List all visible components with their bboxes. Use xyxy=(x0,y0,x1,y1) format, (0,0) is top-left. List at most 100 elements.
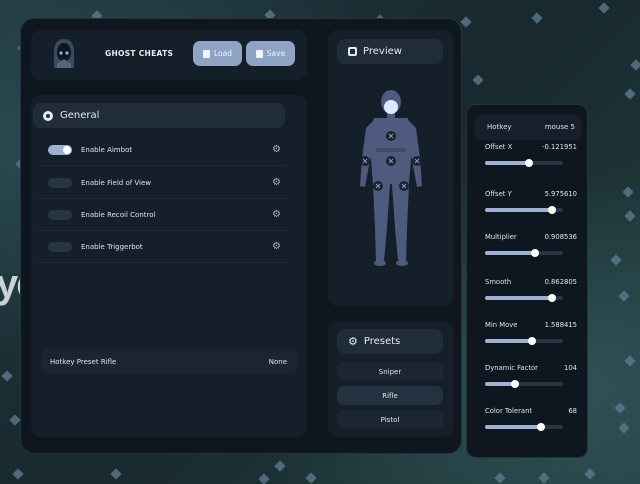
setting-label: Enable Aimbot xyxy=(81,145,133,154)
slider-track[interactable] xyxy=(485,294,563,302)
slider-knob[interactable] xyxy=(548,206,557,214)
slider-track[interactable] xyxy=(485,159,563,167)
slider-knob[interactable] xyxy=(537,423,546,431)
slider-knob[interactable] xyxy=(548,294,557,302)
recoil-toggle[interactable] xyxy=(48,209,72,220)
slider-label: Offset Y xyxy=(485,190,512,198)
preset-sniper-button[interactable]: Sniper xyxy=(337,362,443,381)
preset-label: Pistol xyxy=(380,415,400,424)
main-panel: GHOST CHEATS Load Save General Enable Ai… xyxy=(20,18,462,454)
presets-title: Presets xyxy=(363,336,401,347)
brand-name: GHOST CHEATS xyxy=(105,49,174,58)
triggerbot-toggle[interactable] xyxy=(48,241,72,252)
slider-label: Offset X xyxy=(485,143,513,151)
slider-min-move: Min Move 1.588415 xyxy=(485,321,577,345)
preset-label: Rifle xyxy=(382,391,398,400)
slider-value: 5.975610 xyxy=(544,190,577,198)
slider-fill xyxy=(485,208,553,212)
load-button[interactable]: Load xyxy=(193,41,242,66)
aimbot-toggle[interactable] xyxy=(48,144,72,155)
hotkey-preset-row[interactable]: Hotkey Preset Rifle None xyxy=(41,349,297,374)
file-icon xyxy=(255,49,263,58)
setting-row-aimbot: Enable Aimbot ⚙ xyxy=(39,134,287,166)
slider-label: Dynamic Factor xyxy=(485,364,538,372)
slider-multiplier: Multiplier 0.908536 xyxy=(485,233,577,257)
presets-card: ⚙ Presets Sniper Rifle Pistol xyxy=(328,321,454,437)
slider-value: 0.908536 xyxy=(544,233,577,241)
slider-header: Offset Y 5.975610 xyxy=(485,190,577,198)
slider-dynamic-factor: Dynamic Factor 104 xyxy=(485,364,577,388)
presets-header: ⚙ Presets xyxy=(337,329,443,354)
slider-header: Min Move 1.588415 xyxy=(485,321,577,329)
slider-fill xyxy=(485,425,542,429)
slider-knob[interactable] xyxy=(525,159,534,167)
slider-header: Color Tolerant 68 xyxy=(485,407,577,415)
load-label: Load xyxy=(214,49,232,58)
slider-value: 0.862805 xyxy=(544,278,577,286)
slider-label: Multiplier xyxy=(485,233,517,241)
slider-label: Color Tolerant xyxy=(485,407,533,415)
preset-pistol-button[interactable]: Pistol xyxy=(337,410,443,429)
slider-value: 104 xyxy=(564,364,577,372)
ghost-logo-icon xyxy=(54,39,74,68)
slider-header: Dynamic Factor 104 xyxy=(485,364,577,372)
settings-panel: Hotkey mouse 5 Offset X -0.121951 Offset Y… xyxy=(466,104,588,458)
gear-icon[interactable]: ⚙ xyxy=(272,144,281,155)
slider-header: Multiplier 0.908536 xyxy=(485,233,577,241)
slider-offset-y: Offset Y 5.975610 xyxy=(485,190,577,214)
preview-card: Preview xyxy=(328,30,454,306)
general-header: General xyxy=(33,103,285,128)
slider-knob[interactable] xyxy=(510,380,519,388)
slider-track[interactable] xyxy=(485,249,563,257)
preview-title: Preview xyxy=(363,46,402,57)
slider-fill xyxy=(485,339,532,343)
slider-smooth: Smooth 0.862805 xyxy=(485,278,577,302)
general-card: General Enable Aimbot ⚙ Enable Field of … xyxy=(31,95,307,437)
hotkey-value: mouse 5 xyxy=(544,123,575,131)
preview-header: Preview xyxy=(337,39,443,64)
setting-label: Enable Triggerbot xyxy=(81,242,143,251)
slider-knob[interactable] xyxy=(527,337,536,345)
slider-fill xyxy=(485,251,535,255)
save-button[interactable]: Save xyxy=(246,41,295,66)
slider-knob[interactable] xyxy=(530,249,539,257)
general-title: General xyxy=(60,110,100,121)
slider-fill xyxy=(485,296,553,300)
globe-icon xyxy=(43,110,53,121)
gear-icon: ⚙ xyxy=(348,335,358,348)
save-label: Save xyxy=(266,49,286,58)
gear-icon[interactable]: ⚙ xyxy=(272,241,281,252)
gear-icon[interactable]: ⚙ xyxy=(272,209,281,220)
setting-row-triggerbot: Enable Triggerbot ⚙ xyxy=(39,231,287,263)
setting-label: Enable Field of View xyxy=(81,178,152,187)
slider-value: -0.121951 xyxy=(542,143,577,151)
slider-header: Smooth 0.862805 xyxy=(485,278,577,286)
slider-header: Offset X -0.121951 xyxy=(485,143,577,151)
setting-label: Enable Recoil Control xyxy=(81,210,156,219)
slider-track[interactable] xyxy=(485,206,563,214)
slider-fill xyxy=(485,161,530,165)
slider-color-tolerant: Color Tolerant 68 xyxy=(485,407,577,431)
gear-icon[interactable]: ⚙ xyxy=(272,177,281,188)
preset-label: Sniper xyxy=(378,367,402,376)
slider-offset-x: Offset X -0.121951 xyxy=(485,143,577,167)
setting-row-recoil: Enable Recoil Control ⚙ xyxy=(39,199,287,231)
slider-track[interactable] xyxy=(485,337,563,345)
slider-track[interactable] xyxy=(485,423,563,431)
slider-value: 1.588415 xyxy=(544,321,577,329)
file-icon xyxy=(203,49,210,58)
character-figure xyxy=(360,90,422,266)
hotkey-preset-label: Hotkey Preset Rifle xyxy=(50,357,117,366)
header-card: GHOST CHEATS Load Save xyxy=(31,30,307,80)
slider-label: Smooth xyxy=(485,278,512,286)
preview-icon xyxy=(348,47,357,56)
slider-value: 68 xyxy=(568,407,577,415)
preset-rifle-button[interactable]: Rifle xyxy=(337,386,443,405)
hotkey-preset-value: None xyxy=(268,357,287,366)
setting-row-fov: Enable Field of View ⚙ xyxy=(39,167,287,199)
fov-toggle[interactable] xyxy=(48,177,72,188)
hotkey-row[interactable]: Hotkey mouse 5 xyxy=(475,114,581,140)
slider-track[interactable] xyxy=(485,380,563,388)
slider-label: Min Move xyxy=(485,321,518,329)
hotkey-label: Hotkey xyxy=(487,123,512,131)
